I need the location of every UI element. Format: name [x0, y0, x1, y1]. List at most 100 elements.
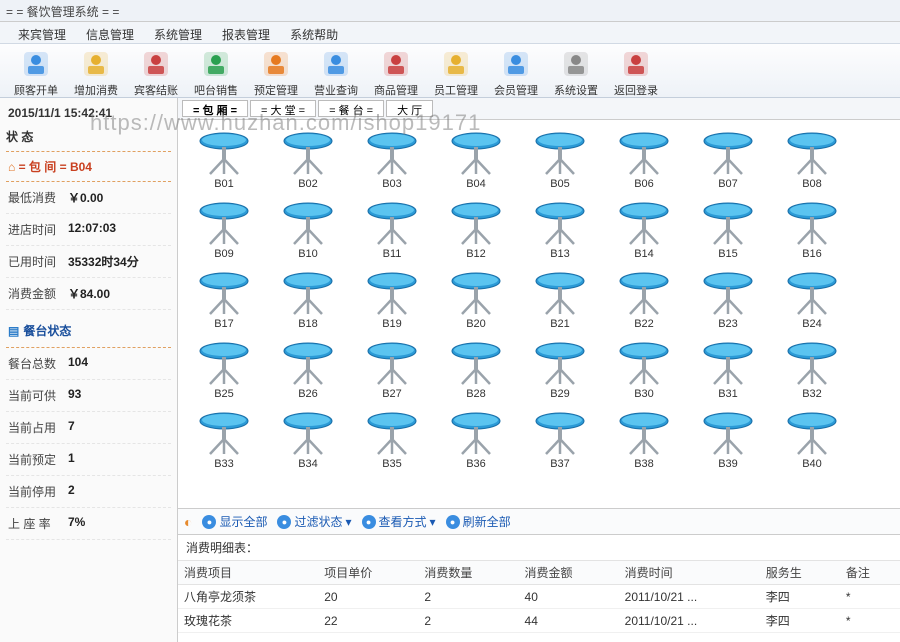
table-item[interactable]: B03 [350, 126, 434, 196]
menu-item[interactable]: 报表管理 [212, 24, 280, 45]
table-item[interactable]: B29 [518, 336, 602, 406]
table-icon [448, 270, 504, 316]
table-item[interactable]: B11 [350, 196, 434, 266]
table-item[interactable]: B04 [434, 126, 518, 196]
detail-column-header[interactable]: 消费金额 [519, 561, 619, 585]
area-tab[interactable]: = 大 堂 = [250, 100, 316, 117]
table-item[interactable]: B35 [350, 406, 434, 476]
info-row: 消费金额￥84.00 [6, 278, 171, 310]
detail-title: 消费明细表： [178, 535, 900, 561]
stat-value: 93 [68, 387, 81, 404]
table-label: B39 [686, 458, 770, 470]
table-item[interactable]: B14 [602, 196, 686, 266]
toolbar-reserve[interactable]: 预定管理 [246, 46, 306, 95]
table-item[interactable]: B30 [602, 336, 686, 406]
table-item[interactable]: B34 [266, 406, 350, 476]
table-item[interactable]: B38 [602, 406, 686, 476]
table-item[interactable]: B17 [182, 266, 266, 336]
table-item[interactable]: B16 [770, 196, 854, 266]
table-item[interactable]: B21 [518, 266, 602, 336]
exit-icon [620, 48, 652, 80]
table-item[interactable]: B22 [602, 266, 686, 336]
area-tab[interactable]: 大 厅 [386, 100, 433, 117]
expand-icon[interactable]: ◐ [184, 514, 192, 530]
table-icon [196, 130, 252, 176]
table-icon [364, 270, 420, 316]
table-item[interactable]: B07 [686, 126, 770, 196]
table-item[interactable]: B26 [266, 336, 350, 406]
detail-column-header[interactable]: 消费数量 [418, 561, 518, 585]
toolbar-biz-query[interactable]: 营业查询 [306, 46, 366, 95]
table-item[interactable]: B39 [686, 406, 770, 476]
detail-column-header[interactable]: 服务生 [760, 561, 840, 585]
table-item[interactable]: B32 [770, 336, 854, 406]
filter-globe[interactable]: ●显示全部 [202, 513, 267, 530]
table-item[interactable]: B12 [434, 196, 518, 266]
table-item[interactable]: B33 [182, 406, 266, 476]
toolbar-settings[interactable]: 系统设置 [546, 46, 606, 95]
table-item[interactable]: B08 [770, 126, 854, 196]
table-item[interactable]: B19 [350, 266, 434, 336]
table-item[interactable]: B01 [182, 126, 266, 196]
goods-icon [380, 48, 412, 80]
search-icon: ● [362, 515, 376, 529]
detail-cell: 玫瑰花茶 [178, 609, 318, 633]
menu-item[interactable]: 信息管理 [76, 24, 144, 45]
table-icon [784, 410, 840, 456]
table-label: B36 [434, 458, 518, 470]
toolbar-guest-open[interactable]: 顾客开单 [6, 46, 66, 95]
table-item[interactable]: B13 [518, 196, 602, 266]
detail-row[interactable]: 玫瑰花茶222442011/10/21 ...李四* [178, 609, 900, 633]
dropdown-icon: ▾ [346, 515, 352, 529]
table-item[interactable]: B25 [182, 336, 266, 406]
table-item[interactable]: B20 [434, 266, 518, 336]
table-item[interactable]: B36 [434, 406, 518, 476]
toolbar-goods[interactable]: 商品管理 [366, 46, 426, 95]
toolbar-bar-sale[interactable]: 吧台销售 [186, 46, 246, 95]
table-item[interactable]: B37 [518, 406, 602, 476]
menu-item[interactable]: 系统帮助 [280, 24, 348, 45]
table-item[interactable]: B02 [266, 126, 350, 196]
detail-column-header[interactable]: 项目单价 [318, 561, 418, 585]
table-item[interactable]: B18 [266, 266, 350, 336]
table-item[interactable]: B31 [686, 336, 770, 406]
detail-cell: 40 [519, 585, 619, 609]
detail-column-header[interactable]: 备注 [840, 561, 900, 585]
table-item[interactable]: B27 [350, 336, 434, 406]
toolbar-staff[interactable]: 员工管理 [426, 46, 486, 95]
filter-label: 显示全部 [219, 513, 267, 530]
table-label: B03 [350, 178, 434, 190]
table-item[interactable]: B15 [686, 196, 770, 266]
table-item[interactable]: B05 [518, 126, 602, 196]
toolbar-add-consume[interactable]: 增加消费 [66, 46, 126, 95]
table-item[interactable]: B24 [770, 266, 854, 336]
table-icon [532, 270, 588, 316]
table-item[interactable]: B40 [770, 406, 854, 476]
detail-pane: 消费明细表： 消费项目项目单价消费数量消费金额消费时间服务生备注 八角亭龙须茶2… [178, 534, 900, 642]
detail-column-header[interactable]: 消费时间 [619, 561, 760, 585]
menu-item[interactable]: 系统管理 [144, 24, 212, 45]
menu-bar: 来宾管理信息管理系统管理报表管理系统帮助 [0, 22, 900, 44]
table-label: B25 [182, 388, 266, 400]
filter-refresh[interactable]: ●刷新全部 [446, 513, 511, 530]
toolbar-label: 返回登录 [606, 82, 666, 98]
table-item[interactable]: B06 [602, 126, 686, 196]
guest-open-icon [20, 48, 52, 80]
table-item[interactable]: B09 [182, 196, 266, 266]
detail-column-header[interactable]: 消费项目 [178, 561, 318, 585]
table-item[interactable]: B23 [686, 266, 770, 336]
menu-item[interactable]: 来宾管理 [8, 24, 76, 45]
toolbar-checkout[interactable]: 宾客结账 [126, 46, 186, 95]
table-item[interactable]: B28 [434, 336, 518, 406]
table-item[interactable]: B10 [266, 196, 350, 266]
toolbar-member[interactable]: 会员管理 [486, 46, 546, 95]
area-tab[interactable]: = 餐 台 = [318, 100, 384, 117]
filter-search[interactable]: ●查看方式 ▾ [362, 513, 436, 530]
stat-key: 当前预定 [8, 451, 68, 468]
table-label: B15 [686, 248, 770, 260]
filter-filter[interactable]: ●过滤状态 ▾ [277, 513, 351, 530]
toolbar-label: 吧台销售 [186, 82, 246, 98]
toolbar-exit[interactable]: 返回登录 [606, 46, 666, 95]
area-tab[interactable]: = 包 厢 = [182, 100, 248, 117]
detail-row[interactable]: 八角亭龙须茶202402011/10/21 ...李四* [178, 585, 900, 609]
